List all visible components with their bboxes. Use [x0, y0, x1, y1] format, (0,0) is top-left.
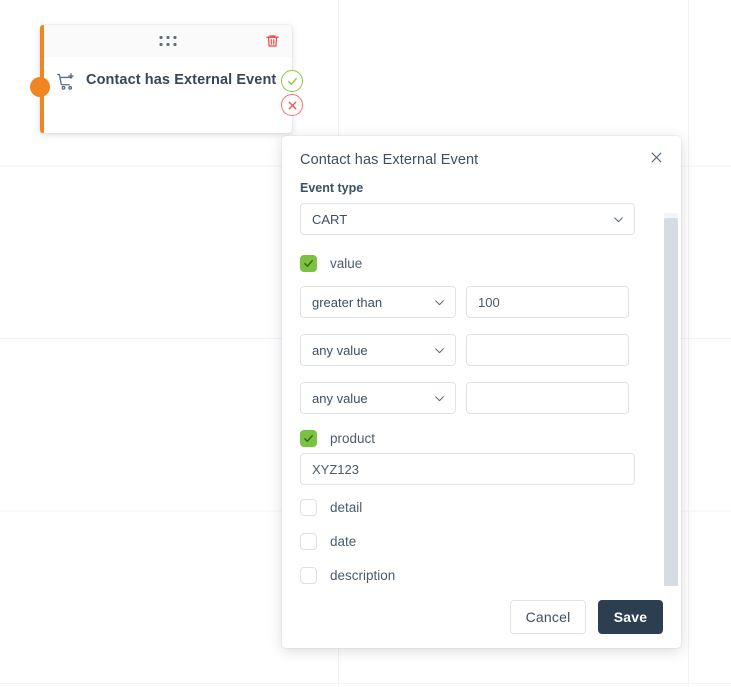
- condition-operator-select-2[interactable]: any value: [300, 334, 456, 366]
- checkbox-date[interactable]: [300, 533, 317, 550]
- checkbox-row-description[interactable]: description: [300, 567, 663, 584]
- checkbox-product[interactable]: [300, 430, 317, 447]
- condition-value-input-1[interactable]: 100: [466, 286, 629, 318]
- cart-plus-icon: [56, 72, 76, 92]
- checkbox-label-product: product: [330, 431, 376, 446]
- condition-value-input-2[interactable]: [466, 334, 629, 366]
- node-title: Contact has External Event: [86, 72, 277, 88]
- checkbox-label-value: value: [330, 256, 363, 271]
- product-input[interactable]: XYZ123: [300, 453, 635, 485]
- checkbox-value[interactable]: [300, 255, 317, 272]
- condition-value-input-3[interactable]: [466, 382, 629, 414]
- chevron-down-icon: [612, 213, 625, 226]
- x-circle-icon: [287, 100, 298, 111]
- checkbox-label-date: date: [330, 534, 357, 549]
- node-body: Contact has External Event: [44, 57, 292, 133]
- condition-operator-select-3[interactable]: any value: [300, 382, 456, 414]
- checkbox-row-product[interactable]: product: [300, 430, 663, 447]
- node-header: [44, 25, 292, 57]
- node-output-port-yes[interactable]: [281, 70, 303, 92]
- event-type-value: CART: [312, 211, 348, 227]
- condition-operator-value-3: any value: [312, 390, 368, 406]
- flow-node-contact-has-external-event[interactable]: Contact has External Event: [30, 25, 303, 133]
- chevron-down-icon: [433, 392, 446, 405]
- drag-handle-dots-icon[interactable]: [159, 36, 177, 46]
- condition-row-3: any value: [300, 382, 663, 414]
- checkbox-label-description: description: [330, 568, 396, 583]
- checkbox-row-date[interactable]: date: [300, 533, 663, 550]
- trash-icon[interactable]: [265, 34, 280, 49]
- checkbox-row-detail[interactable]: detail: [300, 499, 663, 516]
- condition-operator-value-1: greater than: [312, 294, 383, 310]
- event-type-label: Event type: [300, 181, 364, 195]
- dialog-body: Event type CART value greater than 100 a…: [282, 174, 681, 586]
- condition-operator-select-1[interactable]: greater than: [300, 286, 456, 318]
- dialog-footer: Cancel Save: [282, 586, 681, 648]
- dialog-header: Contact has External Event: [282, 136, 681, 174]
- dialog-scrollbar[interactable]: [664, 213, 678, 586]
- chevron-down-icon: [433, 296, 446, 309]
- node-output-port-no[interactable]: [281, 94, 303, 116]
- close-icon[interactable]: [649, 150, 667, 168]
- workflow-canvas[interactable]: Contact has External Event Contact has E…: [0, 0, 731, 687]
- cancel-button[interactable]: Cancel: [510, 600, 586, 634]
- save-button[interactable]: Save: [598, 600, 663, 634]
- event-condition-dialog: Contact has External Event Event type CA…: [282, 136, 681, 648]
- condition-operator-value-2: any value: [312, 342, 368, 358]
- check-circle-icon: [287, 76, 298, 87]
- condition-row-2: any value: [300, 334, 663, 366]
- checkbox-description[interactable]: [300, 567, 317, 584]
- checkbox-label-detail: detail: [330, 500, 363, 515]
- event-type-select[interactable]: CART: [300, 203, 635, 235]
- dialog-scrollbar-thumb[interactable]: [664, 218, 678, 586]
- condition-row-1: greater than 100: [300, 286, 663, 318]
- dialog-title: Contact has External Event: [300, 152, 479, 168]
- chevron-down-icon: [433, 344, 446, 357]
- checkbox-detail[interactable]: [300, 499, 317, 516]
- checkbox-row-value[interactable]: value: [300, 255, 663, 272]
